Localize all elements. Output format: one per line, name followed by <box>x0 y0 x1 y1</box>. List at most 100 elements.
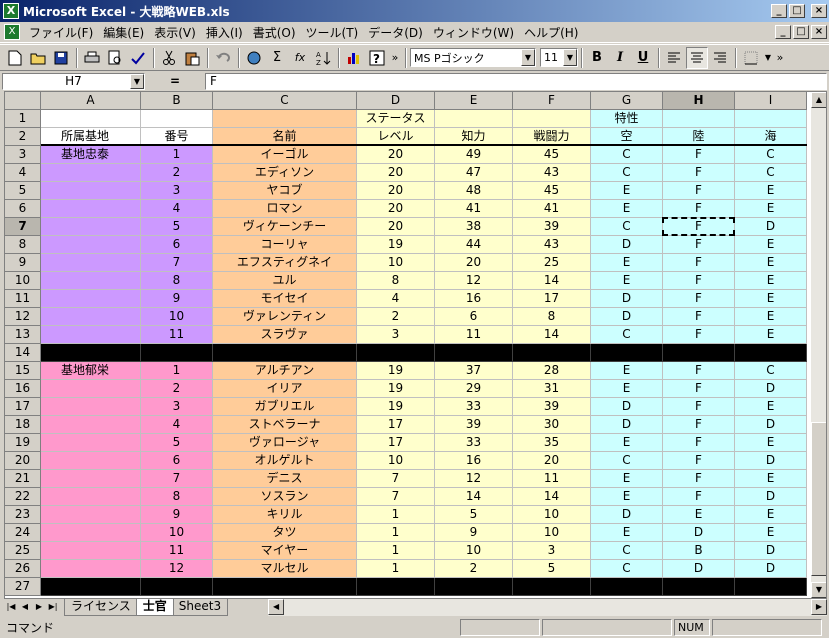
cell-c7[interactable]: ヴィケーンチー <box>213 218 357 236</box>
cell-e6[interactable]: 41 <box>435 200 513 218</box>
cell-d22[interactable]: 7 <box>357 488 435 506</box>
cell-a20[interactable] <box>41 452 141 470</box>
cell-f25[interactable]: 3 <box>513 542 591 560</box>
font-name-select[interactable]: MS Pゴシック ▼ <box>410 48 536 67</box>
scroll-down-icon[interactable]: ▼ <box>811 582 826 598</box>
minimize-button[interactable]: _ <box>771 4 787 18</box>
row-header[interactable]: 20 <box>5 452 41 470</box>
cell-f1[interactable] <box>513 110 591 128</box>
cell-i23[interactable]: E <box>735 506 807 524</box>
print-icon[interactable] <box>81 47 103 69</box>
cell-e12[interactable]: 6 <box>435 308 513 326</box>
formula-equals[interactable]: = <box>145 74 205 88</box>
cell-i24[interactable]: E <box>735 524 807 542</box>
cell-h7[interactable]: F <box>663 218 735 236</box>
cell-b21[interactable]: 7 <box>141 470 213 488</box>
cell-b7[interactable]: 5 <box>141 218 213 236</box>
autosum-icon[interactable]: Σ <box>266 47 288 69</box>
cell-g21[interactable]: E <box>591 470 663 488</box>
cell-f27[interactable] <box>513 578 591 596</box>
cell-f13[interactable]: 14 <box>513 326 591 344</box>
cell-f16[interactable]: 31 <box>513 380 591 398</box>
paste-icon[interactable] <box>181 47 203 69</box>
chart-wizard-icon[interactable] <box>343 47 365 69</box>
cell-f21[interactable]: 11 <box>513 470 591 488</box>
cell-i6[interactable]: E <box>735 200 807 218</box>
cell-c14[interactable] <box>213 344 357 362</box>
cell-d18[interactable]: 17 <box>357 416 435 434</box>
cell-a23[interactable] <box>41 506 141 524</box>
cell-i27[interactable] <box>735 578 807 596</box>
cut-icon[interactable] <box>158 47 180 69</box>
cell-h17[interactable]: F <box>663 398 735 416</box>
row-header[interactable]: 25 <box>5 542 41 560</box>
cell-g3[interactable]: C <box>591 146 663 164</box>
cell-i8[interactable]: E <box>735 236 807 254</box>
cell-d10[interactable]: 8 <box>357 272 435 290</box>
row-header[interactable]: 23 <box>5 506 41 524</box>
cell-c20[interactable]: オルゲルト <box>213 452 357 470</box>
cell-i10[interactable]: E <box>735 272 807 290</box>
cell-b14[interactable] <box>141 344 213 362</box>
print-preview-icon[interactable] <box>104 47 126 69</box>
row-header[interactable]: 3 <box>5 146 41 164</box>
cell-a19[interactable] <box>41 434 141 452</box>
cell-c9[interactable]: エフスティグネイ <box>213 254 357 272</box>
cell-i1[interactable] <box>735 110 807 128</box>
cell-b13[interactable]: 11 <box>141 326 213 344</box>
cell-g11[interactable]: D <box>591 290 663 308</box>
cell-b26[interactable]: 12 <box>141 560 213 578</box>
cell-a16[interactable] <box>41 380 141 398</box>
cell-a25[interactable] <box>41 542 141 560</box>
cell-e1[interactable] <box>435 110 513 128</box>
cell-e23[interactable]: 5 <box>435 506 513 524</box>
cell-e20[interactable]: 16 <box>435 452 513 470</box>
chevron-down-icon[interactable]: ▼ <box>521 49 535 66</box>
row-header[interactable]: 12 <box>5 308 41 326</box>
scroll-up-icon[interactable]: ▲ <box>811 92 826 108</box>
menu-view[interactable]: 表示(V) <box>149 24 201 41</box>
cell-g27[interactable] <box>591 578 663 596</box>
cell-i20[interactable]: D <box>735 452 807 470</box>
cell-c8[interactable]: コーリャ <box>213 236 357 254</box>
cell-f22[interactable]: 14 <box>513 488 591 506</box>
cell-i13[interactable]: E <box>735 326 807 344</box>
cell-g19[interactable]: E <box>591 434 663 452</box>
cell-a14[interactable] <box>41 344 141 362</box>
align-center-icon[interactable] <box>686 46 708 69</box>
cell-a18[interactable] <box>41 416 141 434</box>
cell-f17[interactable]: 39 <box>513 398 591 416</box>
cell-i22[interactable]: D <box>735 488 807 506</box>
cell-c15[interactable]: アルチアン <box>213 362 357 380</box>
cell-i3[interactable]: C <box>735 146 807 164</box>
cell-e25[interactable]: 10 <box>435 542 513 560</box>
cell-h18[interactable]: F <box>663 416 735 434</box>
cell-a6[interactable] <box>41 200 141 218</box>
cell-d16[interactable]: 19 <box>357 380 435 398</box>
cell-g6[interactable]: E <box>591 200 663 218</box>
cell-b4[interactable]: 2 <box>141 164 213 182</box>
cell-e5[interactable]: 48 <box>435 182 513 200</box>
cell-b17[interactable]: 3 <box>141 398 213 416</box>
cell-b6[interactable]: 4 <box>141 200 213 218</box>
function-icon[interactable]: fx <box>289 47 311 69</box>
row-header[interactable]: 2 <box>5 128 41 146</box>
cell-g23[interactable]: D <box>591 506 663 524</box>
cell-c25[interactable]: マイヤー <box>213 542 357 560</box>
cell-c23[interactable]: キリル <box>213 506 357 524</box>
column-header-i[interactable]: I <box>735 92 807 110</box>
vertical-scrollbar[interactable]: ▲ ▼ <box>811 92 826 598</box>
name-box[interactable]: H7 ▼ <box>2 72 145 90</box>
cell-g13[interactable]: C <box>591 326 663 344</box>
cell-i5[interactable]: E <box>735 182 807 200</box>
tab-officers[interactable]: 士官 <box>135 599 174 616</box>
scroll-left-icon[interactable]: ◀ <box>268 599 285 615</box>
cell-i7[interactable]: D <box>735 218 807 236</box>
cell-b8[interactable]: 6 <box>141 236 213 254</box>
cell-h5[interactable]: F <box>663 182 735 200</box>
cell-c5[interactable]: ヤコブ <box>213 182 357 200</box>
cell-b19[interactable]: 5 <box>141 434 213 452</box>
cell-i12[interactable]: E <box>735 308 807 326</box>
row-header[interactable]: 9 <box>5 254 41 272</box>
cell-b9[interactable]: 7 <box>141 254 213 272</box>
